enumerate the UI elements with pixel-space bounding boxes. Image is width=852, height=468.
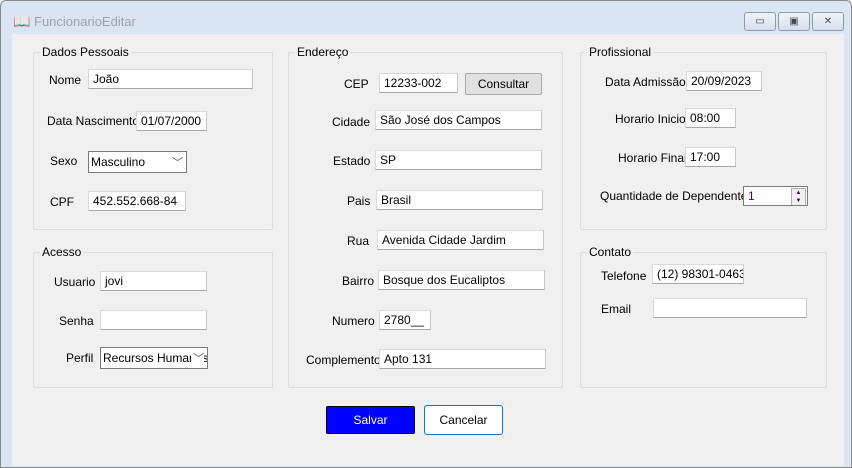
estado-input[interactable]: SP	[375, 150, 542, 170]
nascimento-label: Data Nascimento	[47, 114, 140, 128]
complemento-input[interactable]: Apto 131	[379, 349, 546, 369]
pais-input[interactable]: Brasil	[376, 190, 543, 210]
bairro-input[interactable]: Bosque dos Eucaliptos	[378, 270, 545, 290]
cancelar-button[interactable]: Cancelar	[424, 405, 503, 435]
email-label: Email	[601, 302, 632, 316]
usuario-label: Usuario	[54, 275, 96, 289]
app-book-icon: 📖	[13, 13, 31, 29]
cidade-label: Cidade	[332, 115, 371, 129]
chevron-down-icon: ﹀	[170, 154, 183, 170]
sexo-value: Masculino	[91, 155, 146, 169]
inicio-input[interactable]: 08:00	[685, 108, 736, 128]
numero-label: Numero	[332, 314, 375, 328]
sexo-label: Sexo	[50, 154, 78, 168]
bairro-label: Bairro	[342, 274, 375, 288]
sexo-select[interactable]: Masculino ﹀	[88, 151, 187, 173]
stepper-down-icon[interactable]: ▼	[792, 197, 805, 205]
consultar-button[interactable]: Consultar	[465, 73, 542, 95]
maximize-button[interactable]: ▣	[778, 12, 810, 31]
estado-label: Estado	[333, 154, 371, 168]
group-legend: Acesso	[40, 245, 84, 259]
rua-label: Rua	[347, 234, 370, 248]
minimize-button[interactable]: ▭	[744, 12, 776, 31]
nome-label: Nome	[49, 73, 82, 87]
window-title: FuncionarioEditar	[34, 14, 136, 29]
admissao-input[interactable]: 20/09/2023	[686, 71, 762, 91]
inicio-label: Horario Inicio	[615, 112, 686, 126]
dependentes-value: 1	[748, 189, 755, 203]
chevron-down-icon: ﹀	[191, 350, 204, 366]
dependentes-stepper[interactable]: 1 ▲ ▼	[743, 186, 808, 206]
cpf-label: CPF	[50, 195, 74, 209]
senha-input[interactable]	[100, 310, 207, 330]
nascimento-input[interactable]: 01/07/2000	[136, 111, 207, 131]
email-input[interactable]	[653, 298, 807, 318]
perfil-select[interactable]: Recursos Humanos ﹀	[100, 347, 208, 369]
telefone-label: Telefone	[601, 269, 647, 283]
numero-input[interactable]: 2780__	[379, 310, 431, 330]
group-legend: Contato	[587, 245, 634, 259]
complemento-label: Complemento	[306, 353, 381, 367]
close-button[interactable]: ✕	[812, 12, 844, 31]
senha-label: Senha	[59, 314, 94, 328]
final-label: Horario Final	[618, 151, 687, 165]
stepper-up-icon[interactable]: ▲	[792, 189, 805, 197]
group-legend: Profissional	[587, 45, 654, 59]
admissao-label: Data Admissão	[605, 75, 686, 89]
cep-label: CEP	[344, 77, 369, 91]
salvar-button[interactable]: Salvar	[326, 406, 415, 434]
group-endereco: Endereço	[288, 45, 563, 388]
group-legend: Dados Pessoais	[40, 45, 131, 59]
cidade-input[interactable]: São José dos Campos	[375, 110, 542, 130]
pais-label: Pais	[347, 194, 371, 208]
final-input[interactable]: 17:00	[685, 147, 736, 167]
group-legend: Endereço	[295, 45, 351, 59]
perfil-label: Perfil	[66, 351, 94, 365]
usuario-input[interactable]: jovi	[100, 271, 207, 291]
cpf-input[interactable]: 452.552.668-84	[88, 191, 186, 211]
nome-input[interactable]: João	[88, 69, 253, 89]
telefone-input[interactable]: (12) 98301-0463	[652, 264, 744, 284]
cep-input[interactable]: 12233-002	[379, 73, 458, 93]
dependentes-label: Quantidade de Dependente	[600, 189, 748, 203]
rua-input[interactable]: Avenida Cidade Jardim	[377, 230, 544, 250]
